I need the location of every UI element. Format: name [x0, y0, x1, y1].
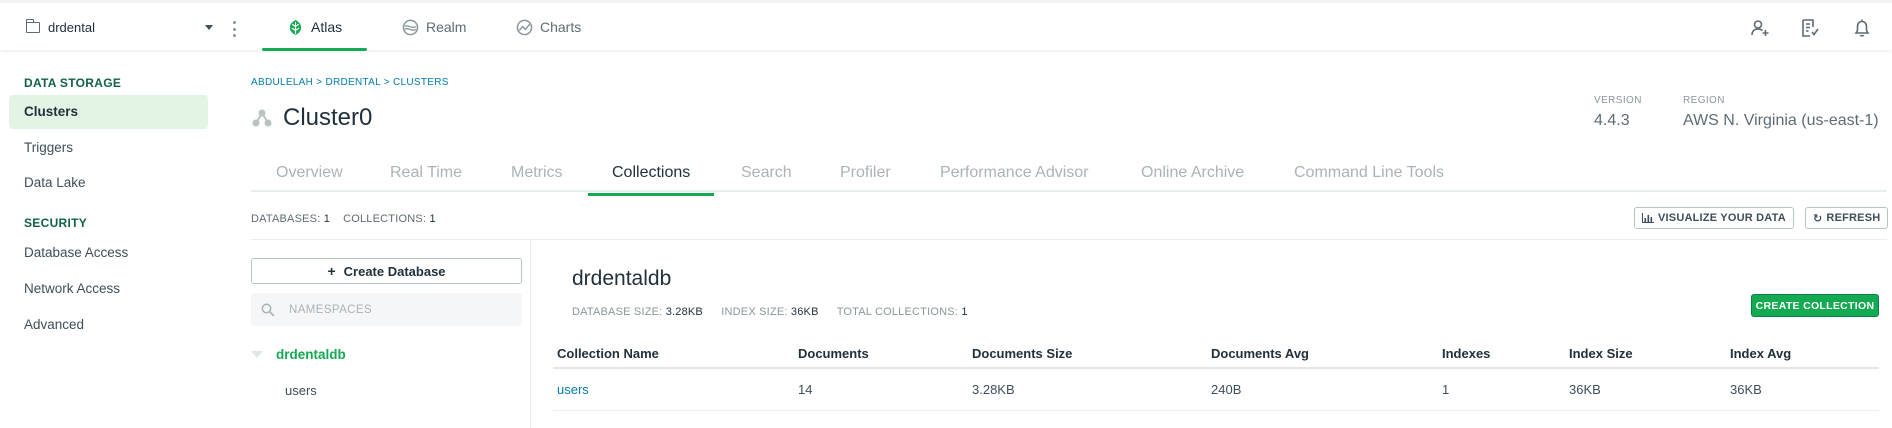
collections-label: COLLECTIONS: — [343, 213, 427, 225]
index-size-label: INDEX SIZE: — [721, 306, 788, 318]
visualize-your-data-button[interactable]: VISUALIZE YOUR DATA — [1634, 207, 1794, 229]
tab-command-line-tools[interactable]: Command Line Tools — [1294, 164, 1444, 182]
namespace-database[interactable]: drdentaldb — [276, 347, 346, 362]
sidebar-item-clusters[interactable]: Clusters — [9, 95, 208, 129]
tab-metrics[interactable]: Metrics — [511, 164, 563, 182]
page-title: Cluster0 — [251, 104, 372, 132]
collections-count: 1 — [429, 213, 436, 225]
nav-tab-label: Atlas — [311, 19, 343, 35]
namespace-collection[interactable]: users — [285, 383, 317, 398]
nav-tab-realm[interactable]: Realm — [402, 3, 466, 51]
realm-icon — [402, 19, 419, 35]
db-size-label: DATABASE SIZE: — [572, 306, 663, 318]
index-size-value: 36KB — [790, 306, 819, 318]
divider — [251, 239, 1887, 240]
column-header[interactable]: Documents Avg — [1211, 346, 1309, 361]
column-header[interactable]: Documents Size — [972, 346, 1072, 361]
total-collections-value: 1 — [961, 306, 968, 318]
charts-icon — [516, 19, 533, 35]
sidebar-item-triggers[interactable]: Triggers — [24, 140, 73, 155]
column-divider — [530, 240, 531, 428]
atlas-leaf-icon — [289, 19, 302, 35]
invite-user-icon[interactable] — [1750, 18, 1770, 38]
refresh-button[interactable]: ↻ REFRESH — [1805, 207, 1889, 229]
plus-icon: + — [327, 263, 336, 279]
activity-feed-icon[interactable] — [1800, 18, 1820, 38]
database-stats: DATABASE SIZE: 3.28KB INDEX SIZE: 36KB T… — [572, 306, 983, 318]
nav-heading-security: SECURITY — [24, 216, 88, 230]
refresh-icon: ↻ — [1813, 212, 1823, 225]
sidebar-item-data-lake[interactable]: Data Lake — [24, 175, 86, 190]
create-database-label: Create Database — [343, 263, 446, 279]
tab-performance-advisor[interactable]: Performance Advisor — [940, 164, 1089, 182]
nav-tab-charts[interactable]: Charts — [516, 3, 581, 51]
cluster-tabs: Overview Real Time Metrics Collections S… — [251, 158, 1887, 196]
region-label: REGION — [1683, 95, 1725, 106]
breadcrumb[interactable]: ABDULELAH > DRDENTAL > CLUSTERS — [251, 77, 449, 88]
namespace-search-input[interactable] — [289, 303, 509, 316]
more-options-icon[interactable] — [233, 21, 236, 37]
sidebar-item-advanced[interactable]: Advanced — [24, 317, 84, 332]
sidebar-item-network-access[interactable]: Network Access — [24, 281, 120, 296]
tab-profiler[interactable]: Profiler — [840, 164, 891, 182]
sidebar-item-database-access[interactable]: Database Access — [24, 245, 128, 260]
visualize-label: VISUALIZE YOUR DATA — [1658, 212, 1786, 224]
tab-online-archive[interactable]: Online Archive — [1141, 164, 1244, 182]
documents-size: 3.28KB — [972, 382, 1015, 397]
caret-down-icon[interactable] — [251, 351, 263, 358]
top-bar: drdental Atlas Realm Charts — [0, 0, 1892, 51]
create-collection-button[interactable]: CREATE COLLECTION — [1751, 294, 1879, 317]
column-header[interactable]: Documents — [798, 346, 869, 361]
total-collections-label: TOTAL COLLECTIONS: — [836, 306, 959, 318]
nav-tab-atlas[interactable]: Atlas — [261, 3, 368, 51]
index-size: 36KB — [1569, 382, 1601, 397]
databases-count: 1 — [323, 213, 331, 225]
documents-avg: 240B — [1211, 382, 1242, 397]
namespace-search — [251, 293, 522, 326]
cluster-counts: DATABASES: 1 COLLECTIONS: 1 — [251, 213, 436, 225]
db-size-value: 3.28KB — [665, 306, 703, 318]
documents-count: 14 — [798, 382, 813, 397]
nav-heading-data-storage: DATA STORAGE — [24, 76, 122, 90]
org-name: drdental — [48, 20, 95, 35]
bell-icon[interactable] — [1852, 18, 1872, 38]
indexes-count: 1 — [1442, 382, 1450, 397]
region-value: AWS N. Virginia (us-east-1) — [1683, 112, 1879, 129]
cluster-name: Cluster0 — [283, 104, 373, 131]
nav-tab-label: Realm — [426, 19, 467, 35]
folder-icon — [26, 19, 40, 33]
databases-label: DATABASES: — [251, 213, 321, 225]
tab-overview[interactable]: Overview — [276, 164, 343, 182]
table-row-divider — [553, 410, 1879, 411]
cluster-icon — [252, 109, 272, 127]
tab-search[interactable]: Search — [741, 164, 792, 182]
database-title: drdentaldb — [572, 267, 672, 290]
caret-down-icon[interactable] — [205, 25, 213, 30]
column-header[interactable]: Indexes — [1442, 346, 1490, 361]
version-label: VERSION — [1594, 95, 1642, 106]
column-header[interactable]: Collection Name — [557, 346, 659, 361]
bar-chart-icon — [1642, 213, 1654, 223]
nav-tab-label: Charts — [540, 19, 582, 35]
column-header[interactable]: Index Avg — [1730, 346, 1791, 361]
version-value: 4.4.3 — [1594, 112, 1630, 129]
tab-real-time[interactable]: Real Time — [390, 164, 462, 182]
search-icon — [261, 303, 275, 317]
collection-link[interactable]: users — [557, 382, 589, 397]
org-selector[interactable]: drdental — [26, 19, 95, 35]
refresh-label: REFRESH — [1826, 212, 1881, 224]
tab-collections[interactable]: Collections — [587, 164, 715, 196]
table-header-divider — [553, 367, 1879, 369]
index-avg: 36KB — [1730, 382, 1762, 397]
create-database-button[interactable]: + Create Database — [251, 258, 522, 284]
column-header[interactable]: Index Size — [1569, 346, 1633, 361]
